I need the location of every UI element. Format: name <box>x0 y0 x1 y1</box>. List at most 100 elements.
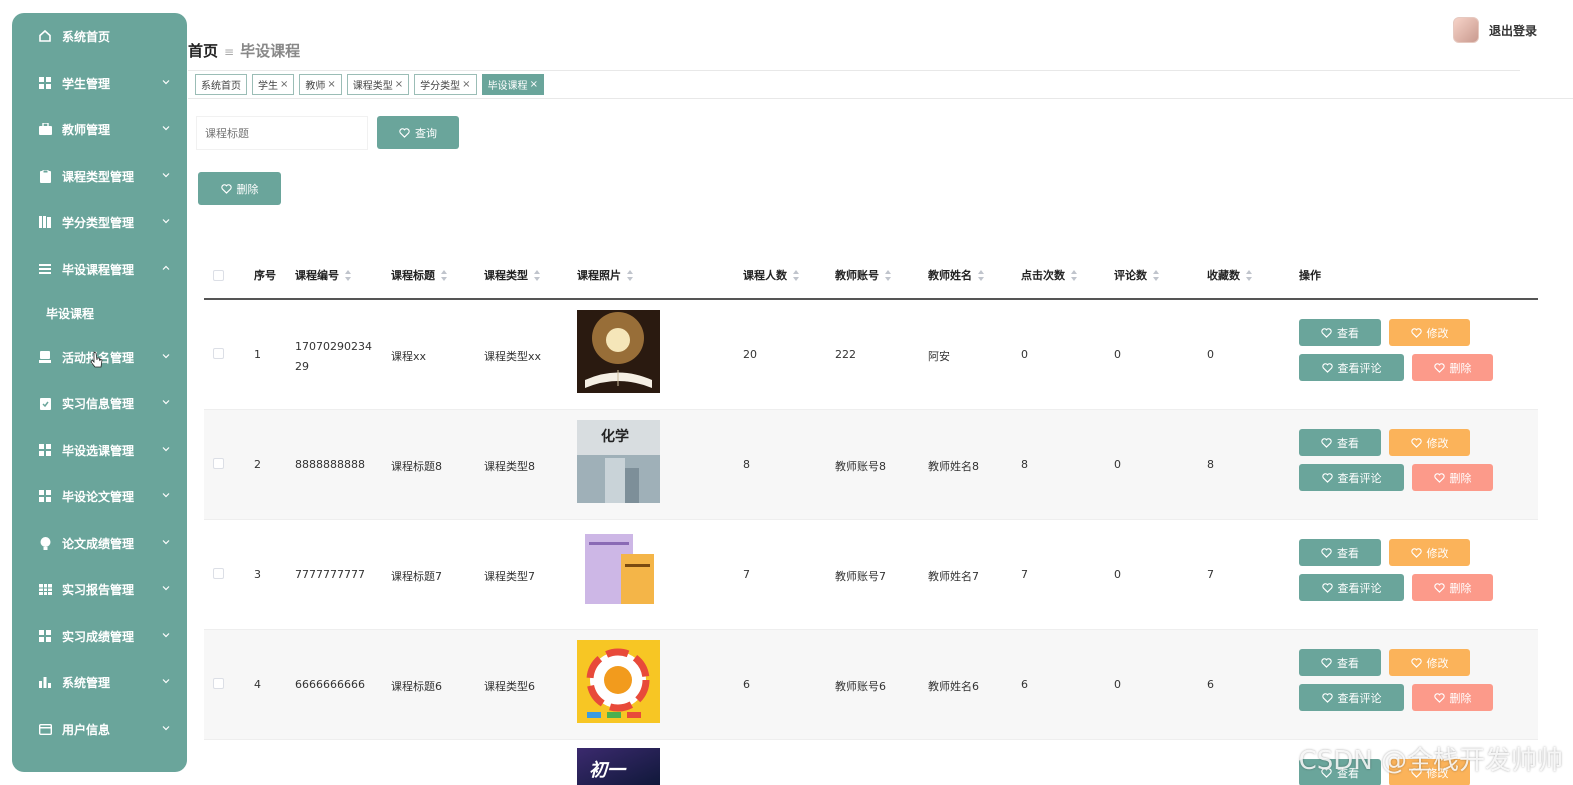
sidebar-item-course-types[interactable]: 课程类型管理 <box>12 161 187 191</box>
close-icon[interactable]: × <box>327 79 335 90</box>
heart-icon <box>1433 582 1445 593</box>
chevron-up-icon <box>162 265 170 270</box>
edit-button[interactable]: 修改 <box>1389 319 1470 346</box>
delete-button[interactable]: 删除 <box>1412 354 1493 381</box>
sort-icon[interactable] <box>978 269 985 281</box>
view-comments-button[interactable]: 查看评论 <box>1299 684 1404 711</box>
tag-label: 课程类型 <box>352 81 393 92</box>
sidebar-item-internship-reports[interactable]: 实习报告管理 <box>12 574 187 604</box>
sort-icon[interactable] <box>345 269 352 281</box>
view-button[interactable]: 查看 <box>1299 319 1381 346</box>
tag-home[interactable]: 系统首页 <box>195 74 247 95</box>
sidebar-item-internship-grades[interactable]: 实习成绩管理 <box>12 621 187 651</box>
sidebar-item-home[interactable]: 系统首页 <box>12 21 187 51</box>
row-checkbox[interactable] <box>213 458 224 469</box>
edit-button[interactable]: 修改 <box>1389 539 1470 566</box>
column-header[interactable]: 课程人数 <box>743 267 800 283</box>
sidebar-subitem-grad-course[interactable]: 毕设课程 <box>46 305 94 322</box>
photo-caption: 化学 <box>601 429 629 445</box>
heart-icon <box>399 127 410 138</box>
list-icon <box>38 262 52 276</box>
delete-button[interactable]: 删除 <box>1412 574 1493 601</box>
sidebar-item-teachers[interactable]: 教师管理 <box>12 114 187 144</box>
cell-account: 教师账号8 <box>835 460 886 473</box>
view-comments-button[interactable]: 查看评论 <box>1299 354 1404 381</box>
column-header[interactable]: 课程标题 <box>391 267 448 283</box>
column-header[interactable]: 课程照片 <box>577 267 634 283</box>
delete-label: 删除 <box>1449 471 1472 485</box>
sidebar-item-grad-courses[interactable]: 毕设课程管理 <box>12 254 187 284</box>
close-icon[interactable]: × <box>462 79 470 90</box>
sidebar-item-students[interactable]: 学生管理 <box>12 68 187 98</box>
view-button[interactable]: 查看 <box>1299 649 1381 676</box>
sidebar-item-user-info[interactable]: 用户信息 <box>12 714 187 744</box>
sidebar-item-credit-types[interactable]: 学分类型管理 <box>12 207 187 237</box>
row-checkbox[interactable] <box>213 348 224 359</box>
heart-icon <box>1321 657 1332 668</box>
sidebar-item-thesis-grades[interactable]: 论文成绩管理 <box>12 528 187 558</box>
sort-icon[interactable] <box>1153 269 1160 281</box>
batch-delete-button[interactable]: 删除 <box>198 172 281 205</box>
column-header[interactable]: 课程编号 <box>295 267 352 283</box>
sidebar-item-internship-info[interactable]: 实习信息管理 <box>12 388 187 418</box>
column-header[interactable]: 教师姓名 <box>928 267 985 283</box>
row-checkbox[interactable] <box>213 568 224 579</box>
close-icon[interactable]: × <box>530 79 538 90</box>
tag-course-types[interactable]: 课程类型 × <box>346 74 410 95</box>
sort-icon[interactable] <box>1071 269 1078 281</box>
select-all-checkbox[interactable] <box>213 270 224 281</box>
sort-icon[interactable] <box>441 269 448 281</box>
column-label: 课程类型 <box>484 269 528 282</box>
view-button[interactable]: 查看 <box>1299 539 1381 566</box>
column-header[interactable]: 评论数 <box>1114 267 1160 283</box>
breadcrumb-home[interactable]: 首页 <box>188 42 218 60</box>
column-header[interactable]: 点击次数 <box>1021 267 1078 283</box>
logout-link[interactable]: 退出登录 <box>1489 22 1537 39</box>
column-header[interactable]: 收藏数 <box>1207 267 1253 283</box>
query-button[interactable]: 查询 <box>377 116 459 149</box>
close-icon[interactable]: × <box>395 79 403 90</box>
bulb-icon <box>38 536 52 550</box>
column-header[interactable]: 教师账号 <box>835 267 892 283</box>
sort-icon[interactable] <box>1246 269 1253 281</box>
view-label: 查看 <box>1337 436 1359 450</box>
clipboard-check-icon <box>38 396 52 410</box>
edit-button[interactable]: 修改 <box>1389 649 1470 676</box>
cell-type: 课程类型7 <box>484 570 535 583</box>
edit-button[interactable]: 修改 <box>1389 429 1470 456</box>
tag-credit-types[interactable]: 学分类型 × <box>414 74 477 95</box>
sidebar-item-label: 论文成绩管理 <box>62 536 135 551</box>
grid-icon <box>38 489 52 503</box>
sort-icon[interactable] <box>793 269 800 281</box>
column-label: 课程编号 <box>295 269 339 282</box>
sidebar-item-thesis[interactable]: 毕设论文管理 <box>12 481 187 511</box>
delete-button[interactable]: 删除 <box>1412 464 1493 491</box>
close-icon[interactable]: × <box>280 79 288 90</box>
tag-students[interactable]: 学生 × <box>252 74 295 95</box>
view-comments-label: 查看评论 <box>1337 471 1382 485</box>
sort-icon[interactable] <box>885 269 892 281</box>
sort-icon[interactable] <box>534 269 541 281</box>
course-title-search-input[interactable] <box>196 116 368 150</box>
avatar[interactable] <box>1452 17 1479 43</box>
view-comments-button[interactable]: 查看评论 <box>1299 464 1404 491</box>
tag-teachers[interactable]: 教师 × <box>299 74 342 95</box>
course-photo: 初一 <box>577 748 660 785</box>
heart-icon <box>1321 362 1333 373</box>
chevron-down-icon <box>162 540 170 545</box>
sort-icon[interactable] <box>627 269 634 281</box>
row-checkbox[interactable] <box>213 678 224 689</box>
sidebar-item-system[interactable]: 系统管理 <box>12 667 187 697</box>
bar-chart-icon <box>38 675 52 689</box>
table-row: 3 7777777777 课程标题7 课程类型7 7 教师账号7 教师姓名7 7… <box>204 520 1538 630</box>
view-comments-button[interactable]: 查看评论 <box>1299 574 1404 601</box>
tag-grad-courses[interactable]: 毕设课程 × <box>481 74 544 95</box>
edit-label: 修改 <box>1426 326 1449 340</box>
grid-icon <box>38 76 52 90</box>
delete-button[interactable]: 删除 <box>1412 684 1493 711</box>
view-button[interactable]: 查看 <box>1299 429 1381 456</box>
sidebar-item-course-selection[interactable]: 毕设选课管理 <box>12 435 187 465</box>
column-header[interactable]: 课程类型 <box>484 267 541 283</box>
column-label: 教师账号 <box>835 269 879 282</box>
delete-label: 删除 <box>1449 691 1472 705</box>
